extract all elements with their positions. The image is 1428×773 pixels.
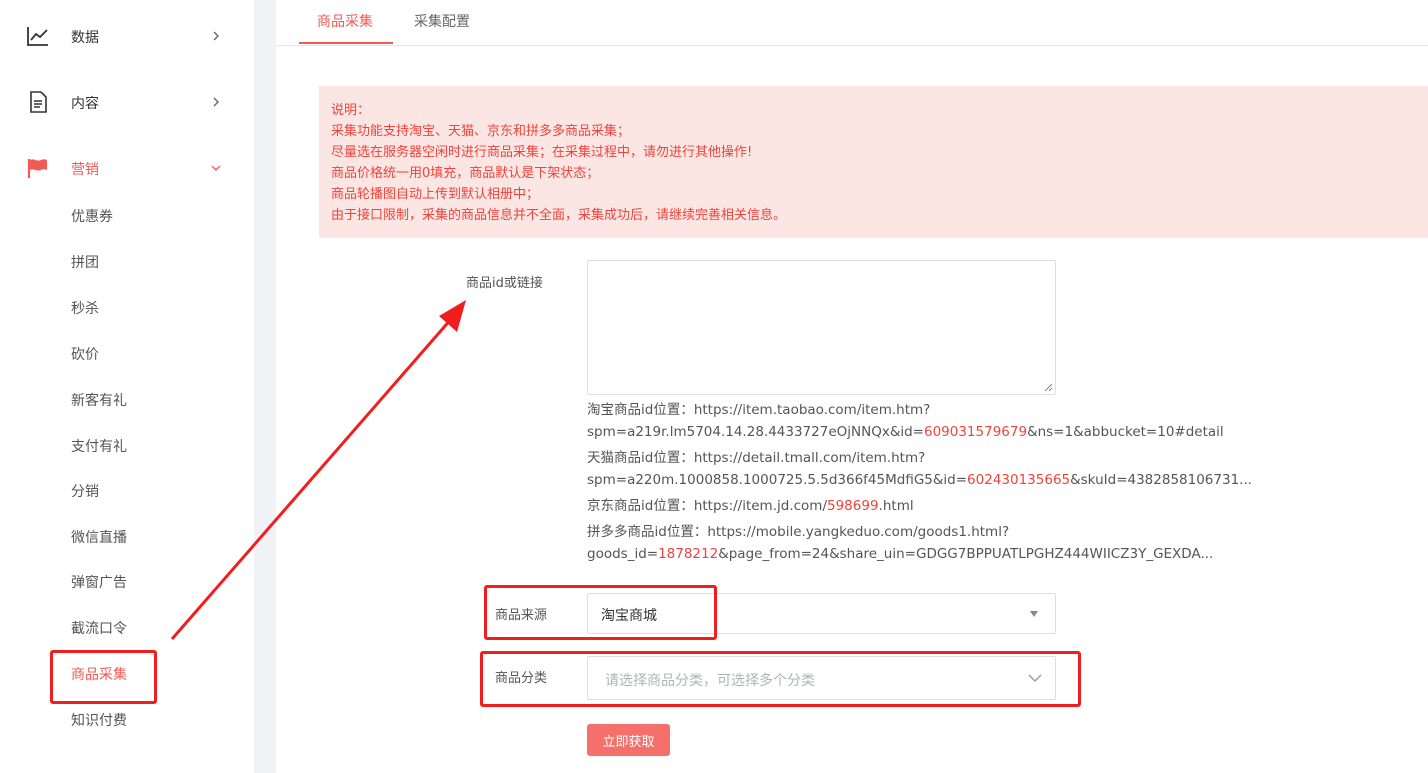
- hint-text: .html: [878, 498, 914, 514]
- taobao-hint: 淘宝商品id位置：https://item.taobao.com/item.ht…: [587, 399, 1224, 443]
- hint-text: &ns=1&abbucket=10#detail: [1027, 424, 1224, 440]
- sidebar-sub-paid-knowledge[interactable]: 知识付费: [71, 711, 127, 731]
- hint-line: 天猫商品id位置：https://detail.tmall.com/item.h…: [587, 450, 926, 466]
- notice-line: 由于接口限制，采集的商品信息并不全面，采集成功后，请继续完善相关信息。: [331, 208, 787, 223]
- pdd-hint: 拼多多商品id位置：https://mobile.yangkeduo.com/g…: [587, 521, 1213, 565]
- notice-line: 商品轮播图自动上传到默认相册中；: [331, 187, 540, 202]
- notice-line: 商品价格统一用0填充，商品默认是下架状态；: [331, 166, 600, 181]
- sidebar-sub-new-customer-gift[interactable]: 新客有礼: [71, 391, 127, 411]
- hint-text: &page_from=24&share_uin=GDGG7BPPUATLPGHZ…: [718, 546, 1214, 562]
- sidebar-sub-flash-sale[interactable]: 秒杀: [71, 299, 99, 319]
- sidebar-item-label: 内容: [71, 96, 99, 112]
- document-icon: [30, 91, 47, 113]
- highlight-box: [480, 651, 1081, 707]
- hint-id: 1878212: [658, 546, 719, 562]
- chevron-down-icon: [211, 165, 221, 171]
- fetch-now-button[interactable]: 立即获取: [587, 724, 670, 756]
- hint-line: 拼多多商品id位置：https://mobile.yangkeduo.com/g…: [587, 524, 1010, 540]
- hint-id: 598699: [827, 498, 879, 514]
- hint-line: 京东商品id位置：https://item.jd.com/598699.html: [587, 495, 914, 517]
- product-id-label: 商品id或链接: [466, 276, 543, 291]
- hint-line: spm=a219r.lm5704.14.28.4433727eOjNNQx&id…: [587, 421, 1224, 443]
- sidebar-item-label: 营销: [71, 162, 99, 178]
- sidebar-sub-bargain[interactable]: 砍价: [71, 345, 99, 365]
- chart-line-icon: [27, 27, 48, 46]
- active-tab-indicator: [299, 42, 393, 44]
- product-id-textarea[interactable]: [587, 260, 1056, 395]
- sidebar: 数据 内容 营销 优惠券 拼团 秒杀 砍价 新客有礼 支付有礼 分销 微信直播 …: [0, 0, 254, 773]
- chevron-right-icon: [213, 97, 219, 107]
- chevron-right-icon: [213, 31, 219, 41]
- flag-icon: [27, 159, 47, 178]
- main-content: 商品采集 采集配置 说明： 采集功能支持淘宝、天猫、京东和拼多多商品采集； 尽量…: [276, 0, 1428, 773]
- tmall-hint: 天猫商品id位置：https://detail.tmall.com/item.h…: [587, 447, 1252, 491]
- notice-line: 采集功能支持淘宝、天猫、京东和拼多多商品采集；: [331, 124, 631, 139]
- sidebar-sub-intercept-code[interactable]: 截流口令: [71, 619, 127, 639]
- hint-text: 京东商品id位置：https://item.jd.com/: [587, 498, 827, 514]
- notice-line: 尽量选在服务器空闲时进行商品采集；在采集过程中，请勿进行其他操作!: [331, 145, 753, 160]
- sidebar-item-marketing[interactable]: 营销: [0, 148, 254, 188]
- sidebar-item-label: 数据: [71, 30, 99, 46]
- notice-line: 说明：: [331, 103, 371, 118]
- caret-down-icon: [1030, 611, 1038, 617]
- hint-line: spm=a220m.1000858.1000725.5.5d366f45Mdfi…: [587, 469, 1252, 491]
- hint-text: &skuId=4382858106731...: [1070, 472, 1253, 488]
- sidebar-sub-payment-gift[interactable]: 支付有礼: [71, 437, 127, 457]
- hint-id: 609031579679: [923, 424, 1028, 440]
- sidebar-sub-distribution[interactable]: 分销: [71, 482, 99, 502]
- jd-hint: 京东商品id位置：https://item.jd.com/598699.html: [587, 495, 914, 517]
- hint-text: goods_id=: [587, 546, 659, 562]
- tab-bar: 商品采集 采集配置: [276, 0, 1428, 46]
- hint-line: goods_id=1878212&page_from=24&share_uin=…: [587, 543, 1213, 565]
- highlight-box: [484, 585, 717, 640]
- hint-text: spm=a219r.lm5704.14.28.4433727eOjNNQx&id…: [587, 424, 924, 440]
- notice-box: 说明： 采集功能支持淘宝、天猫、京东和拼多多商品采集； 尽量选在服务器空闲时进行…: [319, 86, 1428, 238]
- hint-text: spm=a220m.1000858.1000725.5.5d366f45Mdfi…: [587, 472, 968, 488]
- tab-product-collect[interactable]: 商品采集: [317, 11, 373, 31]
- sidebar-item-data[interactable]: 数据: [0, 16, 254, 56]
- sidebar-sub-group-buy[interactable]: 拼团: [71, 253, 99, 273]
- sidebar-sub-popup-ad[interactable]: 弹窗广告: [71, 573, 127, 593]
- hint-line: 淘宝商品id位置：https://item.taobao.com/item.ht…: [587, 402, 931, 418]
- tab-collect-config[interactable]: 采集配置: [414, 11, 470, 31]
- hint-id: 602430135665: [967, 472, 1071, 488]
- sidebar-sub-wechat-live[interactable]: 微信直播: [71, 528, 127, 548]
- content-gutter: [254, 0, 276, 773]
- sidebar-item-content[interactable]: 内容: [0, 82, 254, 122]
- resize-handle-icon[interactable]: [1044, 383, 1053, 392]
- sidebar-sub-coupon[interactable]: 优惠券: [71, 207, 113, 227]
- highlight-box: [50, 650, 157, 704]
